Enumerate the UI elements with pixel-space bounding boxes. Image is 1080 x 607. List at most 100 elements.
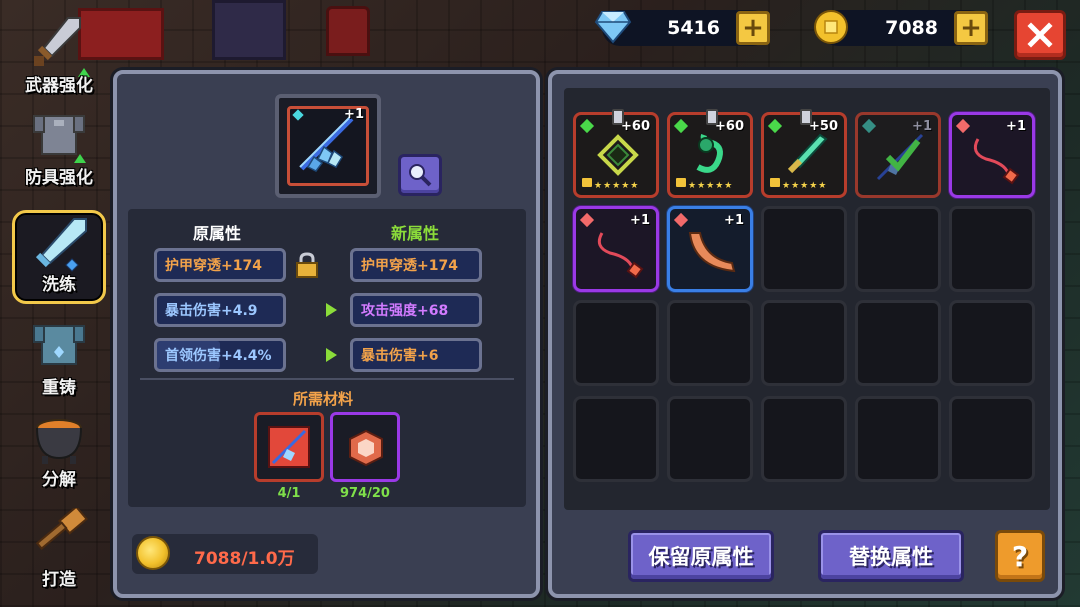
nav-label: 分解 [42,470,76,490]
background-window [212,0,286,60]
inventory-slot-empty[interactable] [855,300,941,386]
nav-label: 武器强化 [25,76,93,96]
nav-refine[interactable]: 洗练 [12,210,106,304]
inventory-slot-empty[interactable] [761,396,847,482]
gem-amount: 5416 [667,17,720,39]
divider [140,378,514,380]
inventory-slot-empty[interactable] [667,396,753,482]
inspect-button[interactable] [398,154,442,196]
lock-icon [582,178,592,187]
inventory-slot[interactable]: +50 ★★★★★ [761,109,847,198]
selected-item-frame: +1 [287,106,369,186]
material-count-2: 974/20 [340,486,390,501]
inventory-slot[interactable]: +1 [855,112,941,198]
gem-counter: 5416 + [594,10,770,46]
nav-label: 打造 [42,570,76,590]
inventory-slot-empty[interactable] [949,396,1035,482]
item-level: +1 [344,107,364,122]
inventory-slot-empty[interactable] [761,300,847,386]
flail-icon [973,138,1020,185]
boomerang-icon [688,232,736,273]
quality-gem-icon [579,118,595,134]
new-attributes-title: 新属性 [391,224,440,243]
plus-icon: + [960,13,982,43]
old-stat-1: 护甲穿透+174 [154,248,286,282]
keep-original-button[interactable]: 保留原属性 [628,530,774,582]
lock-icon [770,178,780,187]
inventory-slot-empty[interactable] [855,206,941,292]
thorn-ring-icon [597,134,639,176]
nav-decompose[interactable]: 分解 [12,404,106,496]
diamond-icon [594,11,632,44]
quality-gem-icon [673,118,689,134]
jade-blade-icon [787,133,828,174]
new-stat-2: 攻击强度+68 [350,293,482,327]
nav-recast[interactable]: 重铸 [12,312,106,404]
stat-text: 首领伤害+4.4% [165,348,272,364]
item-level: +1 [724,213,744,228]
gold-cost: 7088/1.0万 [194,549,295,569]
cauldron-icon [36,419,82,464]
material-slot-2[interactable] [330,412,400,482]
inventory-slot[interactable]: +1 [667,206,753,292]
armor-recast-icon [33,325,85,365]
item-level: +60 [621,119,650,134]
crystal-sword-icon [35,218,87,272]
inventory-slot-empty[interactable] [667,300,753,386]
star-rating: ★★★★★ [594,181,640,191]
inventory-slot[interactable]: +1 [949,112,1035,198]
old-stat-3: 首领伤害+4.4% [154,338,286,372]
inventory-slot-empty[interactable] [573,396,659,482]
materials-title: 所需材料 [293,390,354,408]
inventory-slot[interactable]: +60 ★★★★★ [573,109,659,198]
inventory-slot-empty[interactable] [761,206,847,292]
button-label: 替换属性 [849,545,933,569]
button-label: 保留原属性 [648,545,754,569]
new-stat-3: 暴击伤害+6 [350,338,482,372]
nav-armor-enhance[interactable]: 防具强化 [12,102,106,194]
inventory-slot-empty[interactable] [949,300,1035,386]
add-gems-button[interactable]: + [736,11,770,45]
close-button[interactable] [1014,10,1066,60]
inventory-slot-empty[interactable] [949,206,1035,292]
inventory-slot[interactable]: +1 [573,206,659,292]
add-gold-button[interactable]: + [954,11,988,45]
flail-icon [597,232,644,279]
quality-gem-icon [673,212,689,228]
crystal-bow-icon [268,426,310,468]
inventory-slot-empty[interactable] [855,396,941,482]
new-stat-1: 护甲穿透+174 [350,248,482,282]
magnifier-icon [409,164,432,187]
upgrade-arrow-icon [74,154,86,163]
selected-item-slot[interactable]: +1 [275,94,381,198]
background-chair [326,6,370,56]
material-slot-1[interactable] [254,412,324,482]
replace-attributes-button[interactable]: 替换属性 [818,530,964,582]
crystal-bow-icon [876,133,924,181]
nav-forge[interactable]: 打造 [12,504,106,596]
help-button[interactable]: ? [995,530,1045,582]
gold-coin-icon [136,536,170,570]
stat-text: 暴击伤害+4.9 [165,303,258,319]
gold-amount: 7088 [885,17,938,39]
hammer-icon [35,508,88,550]
arrow-right-icon [326,348,337,362]
arrow-right-icon [326,303,337,317]
close-icon [1027,22,1053,48]
nav-label: 防具强化 [25,168,93,188]
gold-coin-icon [814,10,848,44]
help-icon: ? [1011,539,1029,573]
stat-text: 护甲穿透+174 [361,258,458,274]
sword-upgrade-icon [34,17,81,66]
old-stat-2: 暴击伤害+4.9 [154,293,286,327]
lock-icon[interactable] [293,251,321,279]
inventory-slot-empty[interactable] [573,300,659,386]
stat-text: 暴击伤害+6 [361,348,439,364]
nav-weapon-enhance[interactable]: 武器强化 [12,10,106,102]
inventory-slot[interactable]: +60 ★★★★★ [667,109,753,198]
old-attributes-title: 原属性 [193,224,242,243]
quality-gem-icon [767,118,783,134]
stat-text: 护甲穿透+174 [165,258,262,274]
plus-icon: + [742,13,764,43]
star-rating: ★★★★★ [688,181,734,191]
